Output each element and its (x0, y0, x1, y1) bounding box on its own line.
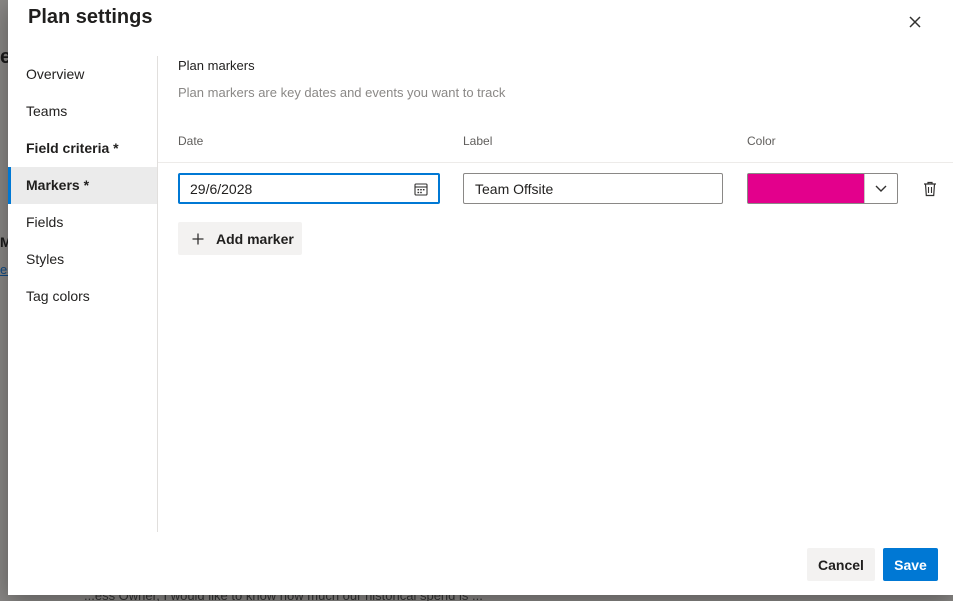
plan-settings-dialog: Plan settings Overview Teams Field crite… (8, 0, 953, 595)
close-icon (909, 16, 921, 28)
marker-label-input[interactable]: Team Offsite (463, 173, 723, 204)
column-header-label: Label (463, 134, 493, 148)
chevron-down-icon (875, 185, 887, 192)
delete-marker-button[interactable] (920, 179, 940, 199)
section-description: Plan markers are key dates and events yo… (178, 85, 506, 100)
plus-icon (192, 233, 204, 244)
calendar-icon[interactable] (414, 182, 428, 196)
nav-item-styles[interactable]: Styles (8, 241, 157, 278)
marker-color-dropdown[interactable] (747, 173, 898, 204)
nav-item-overview[interactable]: Overview (8, 56, 157, 93)
nav-item-teams[interactable]: Teams (8, 93, 157, 130)
markers-panel: Plan markers Plan markers are key dates … (178, 58, 953, 100)
marker-date-input[interactable]: 29/6/2028 (178, 173, 440, 204)
marker-label-value: Team Offsite (475, 180, 554, 197)
color-swatch (748, 174, 864, 203)
add-marker-label: Add marker (216, 230, 294, 247)
nav-item-fields[interactable]: Fields (8, 204, 157, 241)
close-button[interactable] (903, 10, 927, 34)
settings-side-nav: Overview Teams Field criteria * Markers … (8, 56, 158, 532)
trash-icon (924, 181, 936, 197)
column-header-date: Date (178, 134, 204, 148)
nav-item-markers[interactable]: Markers * (8, 167, 157, 204)
save-button[interactable]: Save (883, 548, 938, 581)
nav-item-field-criteria[interactable]: Field criteria * (8, 130, 157, 167)
marker-date-value: 29/6/2028 (190, 180, 253, 197)
cancel-button[interactable]: Cancel (807, 548, 875, 581)
dialog-title: Plan settings (28, 6, 153, 28)
dropdown-toggle[interactable] (864, 174, 897, 203)
section-title: Plan markers (178, 58, 255, 73)
header-divider (158, 162, 953, 163)
add-marker-button[interactable]: Add marker (178, 222, 302, 255)
column-header-color: Color (747, 134, 776, 148)
nav-item-tag-colors[interactable]: Tag colors (8, 278, 157, 315)
